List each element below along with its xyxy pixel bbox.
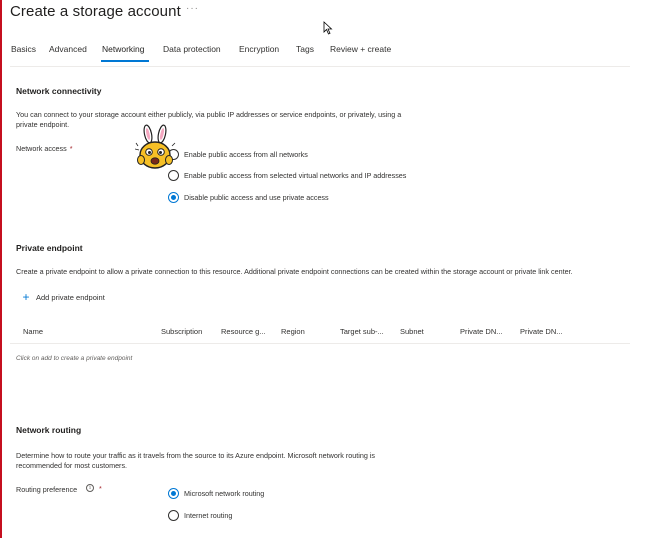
active-tab-indicator bbox=[101, 60, 149, 62]
page-title: Create a storage account bbox=[10, 3, 181, 20]
tab-tags[interactable]: Tags bbox=[296, 44, 314, 54]
add-private-endpoint-label: Add private endpoint bbox=[36, 292, 105, 302]
info-icon[interactable]: i bbox=[86, 484, 94, 492]
required-mark: * bbox=[69, 144, 73, 153]
column-header-target-sub-resource[interactable]: Target sub-... bbox=[340, 327, 384, 336]
network-access-label: Network access * bbox=[16, 144, 73, 153]
radio-button[interactable] bbox=[168, 509, 179, 521]
network-connectivity-description-line2: private endpoint. bbox=[16, 120, 70, 129]
empty-grid-hint: Click on add to create a private endpoin… bbox=[16, 355, 133, 362]
tab-encryption[interactable]: Encryption bbox=[239, 44, 279, 54]
tab-basics[interactable]: Basics bbox=[11, 44, 36, 54]
radio-disable-public-access[interactable]: Disable public access and use private ac… bbox=[168, 191, 329, 203]
radio-button-selected[interactable] bbox=[168, 191, 179, 203]
tab-data-protection[interactable]: Data protection bbox=[163, 44, 221, 54]
left-edge-bar bbox=[0, 0, 2, 538]
section-title-private-endpoint: Private endpoint bbox=[16, 243, 83, 253]
plus-icon: + bbox=[22, 290, 30, 304]
mouse-pointer-icon bbox=[323, 21, 333, 35]
routing-preference-label: Routing preference bbox=[16, 485, 77, 494]
network-routing-description-line1: Determine how to route your traffic as i… bbox=[16, 451, 375, 460]
column-header-subscription[interactable]: Subscription bbox=[161, 327, 202, 336]
column-header-region[interactable]: Region bbox=[281, 327, 305, 336]
bunny-sticker-icon bbox=[135, 124, 176, 169]
column-header-private-dns-2[interactable]: Private DN... bbox=[520, 327, 563, 336]
radio-public-selected-networks[interactable]: Enable public access from selected virtu… bbox=[168, 169, 406, 181]
network-access-label-text: Network access bbox=[16, 144, 67, 153]
radio-label: Disable public access and use private ac… bbox=[184, 192, 329, 202]
private-endpoint-description: Create a private endpoint to allow a pri… bbox=[16, 267, 573, 276]
more-options-icon[interactable]: ··· bbox=[186, 3, 199, 14]
tab-review-create[interactable]: Review + create bbox=[330, 44, 391, 54]
radio-public-all-networks[interactable]: Enable public access from all networks bbox=[168, 148, 308, 160]
network-connectivity-description-line1: You can connect to your storage account … bbox=[16, 110, 402, 119]
radio-microsoft-network-routing[interactable]: Microsoft network routing bbox=[168, 487, 264, 499]
add-private-endpoint-button[interactable]: + Add private endpoint bbox=[20, 290, 105, 304]
radio-label: Microsoft network routing bbox=[184, 488, 265, 498]
column-header-subnet[interactable]: Subnet bbox=[400, 327, 424, 336]
radio-label: Internet routing bbox=[184, 510, 233, 520]
routing-preference-label-text: Routing preference bbox=[16, 485, 78, 494]
tabs-divider bbox=[10, 66, 630, 67]
network-routing-description-line2: recommended for most customers. bbox=[16, 461, 128, 470]
radio-label: Enable public access from selected virtu… bbox=[184, 170, 407, 180]
private-endpoint-grid-header: Name Subscription Resource g... Region T… bbox=[10, 322, 630, 344]
column-header-resource-group[interactable]: Resource g... bbox=[221, 327, 266, 336]
column-header-private-dns-1[interactable]: Private DN... bbox=[460, 327, 503, 336]
radio-button-selected[interactable] bbox=[168, 487, 179, 499]
section-title-network-connectivity: Network connectivity bbox=[16, 86, 102, 96]
required-mark: * bbox=[99, 484, 102, 493]
tab-networking[interactable]: Networking bbox=[102, 44, 145, 54]
column-header-name[interactable]: Name bbox=[23, 327, 43, 336]
radio-label: Enable public access from all networks bbox=[184, 149, 308, 159]
tab-advanced[interactable]: Advanced bbox=[49, 44, 87, 54]
radio-internet-routing[interactable]: Internet routing bbox=[168, 509, 232, 521]
section-title-network-routing: Network routing bbox=[16, 425, 82, 435]
